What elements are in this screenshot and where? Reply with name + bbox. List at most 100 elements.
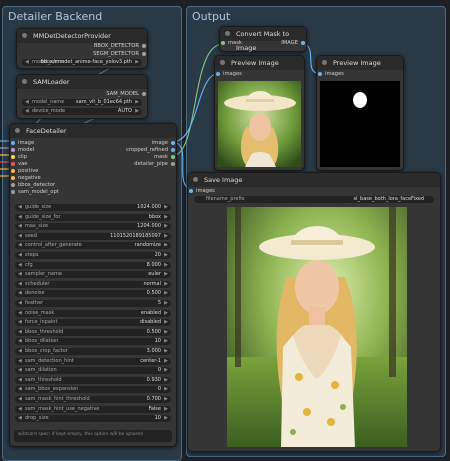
widget-force-inpaint[interactable]: ◀ force_inpaint disabled ▶ xyxy=(15,319,171,327)
increment-arrow-icon[interactable]: ▶ xyxy=(164,310,168,317)
input-images[interactable]: images xyxy=(188,188,215,194)
input-image[interactable]: image xyxy=(10,140,34,146)
widget-sampler-name[interactable]: ◀ sampler_name euler ▶ xyxy=(15,271,171,279)
input-pin[interactable] xyxy=(11,176,15,180)
decrement-arrow-icon[interactable]: ◀ xyxy=(18,406,22,413)
input-images[interactable]: images xyxy=(215,71,242,77)
decrement-arrow-icon[interactable]: ◀ xyxy=(18,223,22,230)
decrement-arrow-icon[interactable]: ◀ xyxy=(18,358,22,365)
decrement-arrow-icon[interactable]: ◀ xyxy=(18,367,22,374)
input-model[interactable]: model xyxy=(10,147,34,153)
increment-arrow-icon[interactable]: ▶ xyxy=(164,262,168,269)
decrement-arrow-icon[interactable]: ◀ xyxy=(18,233,22,240)
increment-arrow-icon[interactable]: ▶ xyxy=(164,377,168,384)
widget-drop-size[interactable]: ◀ drop_size 10 ▶ xyxy=(15,415,171,423)
node-save-image[interactable]: Save Image images filename_prefix sl_base… xyxy=(187,172,441,452)
widget-denoise[interactable]: ◀ denoise 0.500 ▶ xyxy=(15,290,171,298)
input-bbox-detector[interactable]: bbox_detector xyxy=(10,182,55,188)
increment-arrow-icon[interactable]: ▶ xyxy=(164,214,168,221)
input-pin[interactable] xyxy=(11,183,15,187)
widget-seed[interactable]: ◀ seed 1101520189185097 ▶ xyxy=(15,232,171,240)
decrement-arrow-icon[interactable]: ◀ xyxy=(18,310,22,317)
increment-arrow-icon[interactable]: ▶ xyxy=(164,281,168,288)
decrement-arrow-icon[interactable]: ◀ xyxy=(18,281,22,288)
decrement-arrow-icon[interactable]: ◀ xyxy=(18,377,22,384)
input-vae[interactable]: vae xyxy=(10,161,27,167)
output-segm-detector[interactable]: SEGM_DETECTOR xyxy=(93,51,147,57)
node-mmdet-detector-provider[interactable]: MMDetDetectorProvider BBOX_DETECTOR SEGM… xyxy=(16,28,148,69)
output-detailer-pipe[interactable]: detailer_pipe xyxy=(134,161,176,167)
output-cropped-refined[interactable]: cropped_refined xyxy=(126,147,176,153)
input-pin[interactable] xyxy=(11,148,15,152)
output-image[interactable]: IMAGE xyxy=(281,40,306,46)
decrement-arrow-icon[interactable]: ◀ xyxy=(18,252,22,259)
decrement-arrow-icon[interactable]: ◀ xyxy=(18,386,22,393)
increment-arrow-icon[interactable]: ▶ xyxy=(164,396,168,403)
increment-arrow-icon[interactable]: ▶ xyxy=(164,233,168,240)
decrement-arrow-icon[interactable]: ◀ xyxy=(18,319,22,326)
increment-arrow-icon[interactable]: ▶ xyxy=(164,386,168,393)
widget-guide-size[interactable]: ◀ guide_size 1024.000 ▶ xyxy=(15,204,171,211)
node-title[interactable]: SAMLoader xyxy=(17,75,147,89)
output-pin[interactable] xyxy=(171,162,175,166)
widget-sam-mask-hint-threshold[interactable]: ◀ sam_mask_hint_threshold 0.700 ▶ xyxy=(15,396,171,403)
widget-sam-dilation[interactable]: ◀ sam_dilation 0 ▶ xyxy=(15,367,171,375)
increment-arrow-icon[interactable]: ▶ xyxy=(164,204,168,211)
increment-arrow-icon[interactable]: ▶ xyxy=(164,348,168,355)
model-name-combo[interactable]: ◀ model_name bbox/mmdet_anime-face_yolov3.… xyxy=(22,59,142,66)
decrement-arrow-icon[interactable]: ◀ xyxy=(18,271,22,278)
increment-arrow-icon[interactable]: ▶ xyxy=(164,338,168,345)
decrement-arrow-icon[interactable]: ◀ xyxy=(18,300,22,307)
input-sam-model-opt[interactable]: sam_model_opt xyxy=(10,189,59,195)
node-title[interactable]: Save Image xyxy=(188,173,440,187)
widget-bbox-dilation[interactable]: ◀ bbox_dilation 10 ▶ xyxy=(15,338,171,346)
increment-arrow-icon[interactable]: ▶ xyxy=(164,223,168,230)
node-preview-image-1[interactable]: Preview Image images xyxy=(214,55,305,171)
decrement-arrow-icon[interactable]: ◀ xyxy=(18,415,22,422)
widget-cfg[interactable]: ◀ cfg 8.000 ▶ xyxy=(15,261,171,269)
decrement-arrow-icon[interactable]: ◀ xyxy=(18,396,22,403)
widget-feather[interactable]: ◀ feather 5 ▶ xyxy=(15,300,171,307)
widget-scheduler[interactable]: ◀ scheduler normal ▶ xyxy=(15,280,171,288)
widget-guide-size-for[interactable]: ◀ guide_size_for bbox ▶ xyxy=(15,213,171,221)
node-convert-mask-to-image[interactable]: Convert Mask to Image mask IMAGE xyxy=(219,26,307,52)
model-name-combo[interactable]: ◀ model_name sam_vit_b_01ec64.pth ▶ xyxy=(22,99,142,106)
node-title[interactable]: FaceDetailer xyxy=(10,124,176,138)
increment-arrow-icon[interactable]: ▶ xyxy=(164,319,168,326)
increment-arrow-icon[interactable]: ▶ xyxy=(164,290,168,297)
widget-bbox-crop-factor[interactable]: ◀ bbox_crop_factor 3.000 ▶ xyxy=(15,348,171,355)
node-sam-loader[interactable]: SAMLoader SAM_MODEL ◀ model_name sam_vit_b… xyxy=(16,74,148,119)
decrement-arrow-icon[interactable]: ◀ xyxy=(18,214,22,221)
decrement-arrow-icon[interactable]: ◀ xyxy=(18,329,22,336)
widget-max-size[interactable]: ◀ max_size 1204.000 ▶ xyxy=(15,223,171,231)
input-pin[interactable] xyxy=(11,190,15,194)
input-negative[interactable]: negative xyxy=(10,175,41,181)
decrement-arrow-icon[interactable]: ◀ xyxy=(18,262,22,269)
node-title[interactable]: MMDetDetectorProvider xyxy=(17,29,147,43)
node-title[interactable]: Convert Mask to Image xyxy=(220,27,306,52)
output-image[interactable]: image xyxy=(152,140,176,146)
input-pin[interactable] xyxy=(11,162,15,166)
input-clip[interactable]: clip xyxy=(10,154,27,160)
increment-arrow-icon[interactable]: ▶ xyxy=(164,358,168,365)
widget-sam-detection-hint[interactable]: ◀ sam_detection_hint center-1 ▶ xyxy=(15,357,171,365)
decrement-arrow-icon[interactable]: ◀ xyxy=(18,348,22,355)
increment-arrow-icon[interactable]: ▶ xyxy=(164,242,168,249)
output-mask[interactable]: mask xyxy=(154,154,176,160)
output-pin[interactable] xyxy=(171,148,175,152)
device-mode-combo[interactable]: ◀ device_mode AUTO ▶ xyxy=(22,108,142,115)
input-pin[interactable] xyxy=(11,155,15,159)
decrement-arrow-icon[interactable]: ◀ xyxy=(18,204,22,211)
node-title[interactable]: Preview Image xyxy=(317,56,403,70)
node-face-detailer[interactable]: FaceDetailer image model clip vae positive ne… xyxy=(9,123,177,447)
decrement-arrow-icon[interactable]: ◀ xyxy=(18,290,22,297)
input-images[interactable]: images xyxy=(317,71,344,77)
node-title[interactable]: Preview Image xyxy=(215,56,304,70)
widget-steps[interactable]: ◀ steps 20 ▶ xyxy=(15,252,171,259)
increment-arrow-icon[interactable]: ▶ xyxy=(164,415,168,422)
output-sam-model[interactable]: SAM_MODEL xyxy=(106,91,147,97)
decrement-arrow-icon[interactable]: ◀ xyxy=(18,242,22,249)
input-positive[interactable]: positive xyxy=(10,168,38,174)
widget-bbox-threshold[interactable]: ◀ bbox_threshold 0.500 ▶ xyxy=(15,328,171,336)
widget-sam-mask-hint-use-negative[interactable]: ◀ sam_mask_hint_use_negative False ▶ xyxy=(15,405,171,413)
